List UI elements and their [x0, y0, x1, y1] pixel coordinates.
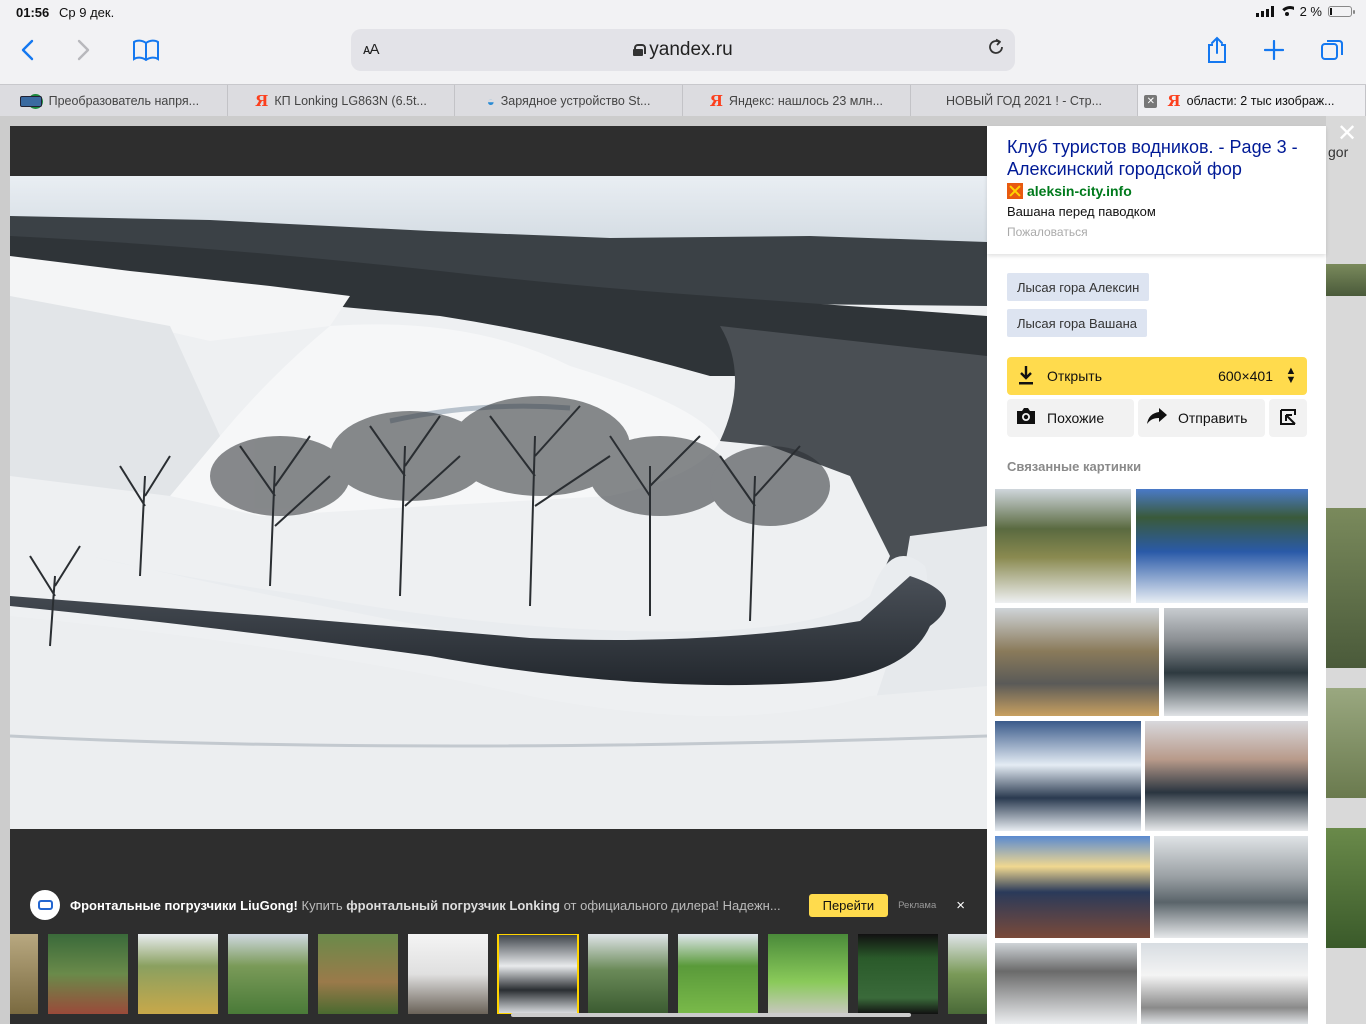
tag-chip-vashana[interactable]: Лысая гора Вашана — [1007, 309, 1147, 337]
thumbnail[interactable] — [678, 934, 758, 1014]
tab-6-active[interactable]: ✕ Яобласти: 2 тыс изображ... — [1138, 85, 1366, 117]
back-icon — [21, 39, 34, 61]
report-link[interactable]: Пожаловаться — [1007, 225, 1088, 239]
tabs-overview-button[interactable] — [1316, 34, 1348, 66]
source-card: Клуб туристов водников. - Page 3 - Алекс… — [987, 126, 1326, 254]
related-image[interactable] — [1141, 943, 1308, 1024]
close-viewer-button[interactable]: ✕ — [1335, 122, 1359, 146]
tab-strip: MПреобразователь напря... ЯКП Lonking LG… — [0, 84, 1366, 117]
camera-icon — [1015, 407, 1037, 430]
collection-button[interactable] — [1269, 399, 1307, 437]
yandex-favicon-icon: Я — [1167, 92, 1181, 110]
address-bar[interactable]: ᴀAAA yandex.ru — [351, 29, 1015, 71]
thumbnail[interactable] — [138, 934, 218, 1014]
forward-button[interactable] — [68, 34, 100, 66]
tab-3[interactable]: ◒ Зарядное устройство St... — [455, 85, 684, 117]
reload-button[interactable] — [987, 38, 1005, 62]
thumbnail-scrollbar[interactable] — [511, 1013, 911, 1017]
main-photo[interactable] — [10, 176, 987, 829]
ad-label: Реклама — [898, 899, 937, 911]
share-button[interactable] — [1201, 34, 1233, 66]
thumbnail[interactable] — [768, 934, 848, 1014]
battery-percent: 2 % — [1299, 4, 1322, 19]
thumbnail[interactable] — [408, 934, 488, 1014]
image-info-panel: Клуб туристов водников. - Page 3 - Алекс… — [987, 126, 1326, 1024]
related-image[interactable] — [1164, 608, 1308, 716]
lock-icon — [633, 44, 647, 56]
ad-close-button[interactable]: × — [956, 897, 965, 914]
send-button[interactable]: Отправить — [1138, 399, 1265, 437]
browser-toolbar: 01:56 Ср 9 дек. 2 % ᴀAAA yandex.ru — [0, 0, 1366, 84]
image-description: Вашана перед паводком — [1007, 204, 1156, 219]
site-favicon-icon — [1007, 183, 1023, 199]
thumbnail[interactable] — [948, 934, 987, 1014]
status-bar: 01:56 Ср 9 дек. 2 % — [0, 0, 1366, 24]
thumbnail-selected[interactable] — [497, 934, 579, 1014]
status-date: Ср 9 дек. — [59, 5, 115, 20]
reload-icon — [989, 38, 1003, 54]
yandex-favicon-icon: Я — [255, 92, 269, 110]
status-time: 01:56 — [16, 5, 50, 20]
related-image[interactable] — [1136, 489, 1308, 603]
ad-banner[interactable]: Фронтальные погрузчики LiuGong! Купить ф… — [10, 885, 987, 925]
ad-go-button[interactable]: Перейти — [808, 893, 889, 917]
related-image[interactable] — [995, 943, 1137, 1024]
thumbnail[interactable] — [10, 934, 38, 1014]
size-select[interactable]: 600×401 — [1218, 368, 1273, 384]
related-image[interactable] — [995, 836, 1150, 938]
new-tab-button[interactable] — [1258, 34, 1290, 66]
tab-5[interactable]: НОВЫЙ ГОД 2021 ! - Стр... — [20, 85, 1139, 117]
related-image[interactable] — [1145, 721, 1308, 831]
ad-text[interactable]: Фронтальные погрузчики LiuGong! Купить ф… — [70, 898, 791, 913]
related-image[interactable] — [1154, 836, 1308, 938]
thumbnail[interactable] — [48, 934, 128, 1014]
bookmarks-button[interactable] — [130, 34, 162, 66]
size-select-arrows-icon[interactable]: ▲ ▼ — [1281, 366, 1301, 386]
wifi-icon — [1279, 6, 1294, 17]
battery-icon — [1328, 6, 1355, 17]
new-tab-icon — [1264, 40, 1284, 60]
tabs-icon — [1321, 40, 1343, 60]
page-edge-thumb — [1326, 508, 1366, 668]
collection-icon — [1279, 408, 1297, 429]
yandex-favicon-icon: Я — [709, 92, 723, 110]
forward-icon — [77, 39, 90, 61]
tab-2[interactable]: Я КП Lonking LG863N (6.5t... — [228, 85, 456, 117]
tab-4[interactable]: Я Яндекс: нашлось 23 млн... — [683, 85, 911, 117]
signal-icon — [1255, 6, 1274, 17]
share-icon — [1208, 36, 1226, 63]
page-edge-thumb — [1326, 828, 1366, 948]
open-image-button[interactable]: Открыть 600×401 ▲ ▼ — [1007, 357, 1307, 395]
source-site[interactable]: aleksin-city.info — [1007, 183, 1132, 199]
url-display: yandex.ru — [351, 39, 1015, 61]
page-edge: gor — [1326, 116, 1366, 1024]
thumbnail[interactable] — [318, 934, 398, 1014]
tag-chip-aleksin[interactable]: Лысая гора Алексин — [1007, 273, 1150, 301]
thumbnail[interactable] — [588, 934, 668, 1014]
download-icon — [1017, 365, 1035, 388]
similar-button[interactable]: Похожие — [1007, 399, 1134, 437]
source-title-link[interactable]: Клуб туристов водников. - Page 3 - Алекс… — [1007, 136, 1317, 180]
related-image[interactable] — [995, 489, 1131, 603]
thumbnail-map[interactable] — [858, 934, 938, 1014]
page-edge-thumb — [1326, 264, 1366, 296]
page-edge-thumb — [1326, 688, 1366, 798]
share-arrow-icon — [1146, 407, 1168, 430]
related-image[interactable] — [995, 608, 1159, 716]
wave-favicon-icon: ◒ — [486, 93, 495, 109]
close-tab-icon[interactable]: ✕ — [1144, 94, 1158, 108]
back-button[interactable] — [11, 34, 43, 66]
related-heading: Связанные картинки — [1007, 459, 1142, 474]
bookmarks-icon — [133, 39, 159, 61]
thumbnail-strip[interactable] — [10, 934, 987, 1014]
thumbnail[interactable] — [228, 934, 308, 1014]
related-image[interactable] — [995, 721, 1141, 831]
ad-logo-icon — [30, 890, 60, 920]
